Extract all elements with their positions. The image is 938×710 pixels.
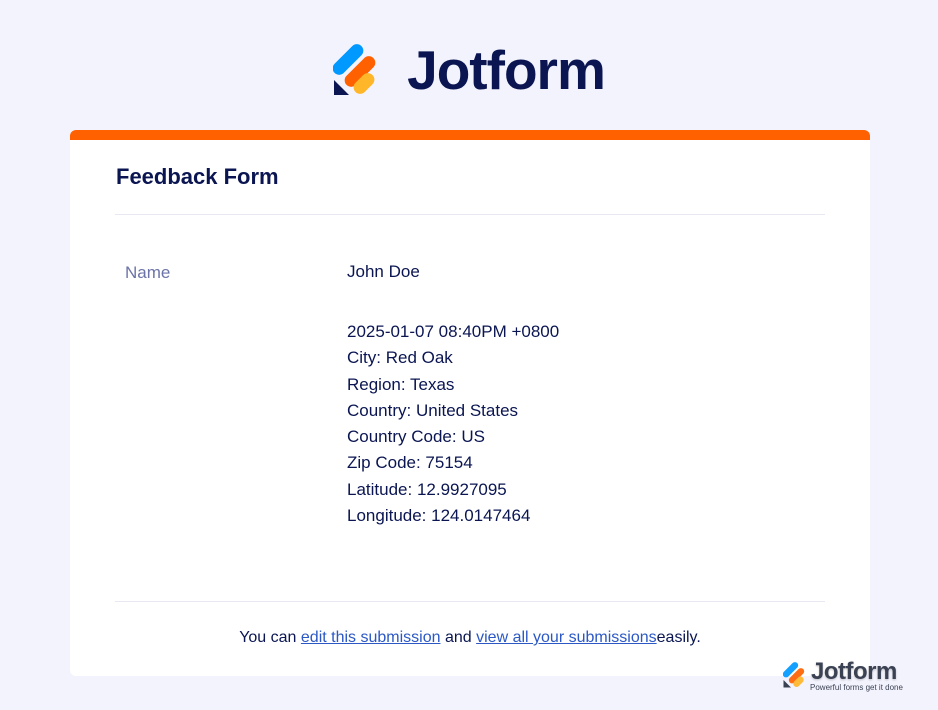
edit-submission-link[interactable]: edit this submission bbox=[301, 629, 441, 646]
footer-text-after: easily. bbox=[656, 629, 701, 646]
field-value-name: John Doe bbox=[347, 262, 420, 281]
meta-latitude: Latitude: 12.9927095 bbox=[347, 479, 507, 499]
jotform-badge-logo-icon bbox=[783, 662, 805, 688]
meta-longitude: Longitude: 124.0147464 bbox=[347, 506, 531, 526]
footer-card: You can edit this submission and view al… bbox=[70, 600, 870, 676]
card-accent-bar bbox=[70, 130, 870, 140]
footer-divider bbox=[115, 601, 825, 602]
title-divider bbox=[115, 214, 825, 215]
badge-wordmark: Jotform bbox=[811, 658, 897, 685]
brand-header: Jotform bbox=[0, 40, 938, 100]
brand-logo[interactable]: Jotform bbox=[333, 39, 606, 101]
meta-country-code: Country Code: US bbox=[347, 427, 485, 447]
meta-country: Country: United States bbox=[347, 400, 519, 420]
view-submissions-link[interactable]: view all your submissions bbox=[476, 629, 657, 646]
footer-text-middle: and bbox=[444, 629, 472, 646]
brand-wordmark: Jotform bbox=[407, 39, 606, 101]
jotform-badge[interactable]: Jotform Powerful forms get it done bbox=[783, 658, 913, 694]
meta-timestamp: 2025-01-07 08:40PM +0800 bbox=[347, 322, 560, 341]
badge-tagline: Powerful forms get it done bbox=[810, 683, 903, 692]
meta-region: Region: Texas bbox=[347, 374, 455, 394]
footer-text-before: You can bbox=[239, 629, 297, 646]
meta-city: City: Red Oak bbox=[347, 348, 453, 368]
meta-zip-code: Zip Code: 75154 bbox=[347, 453, 473, 473]
footer-text: You can edit this submission and view al… bbox=[70, 629, 870, 647]
form-title: Feedback Form bbox=[116, 164, 279, 189]
field-label-name: Name bbox=[125, 263, 171, 282]
jotform-logo-icon bbox=[333, 44, 376, 95]
submission-meta: 2025-01-07 08:40PM +0800 City: Red Oak R… bbox=[347, 319, 559, 529]
submission-card: Feedback Form Name John Doe 2025-01-07 0… bbox=[70, 130, 870, 600]
